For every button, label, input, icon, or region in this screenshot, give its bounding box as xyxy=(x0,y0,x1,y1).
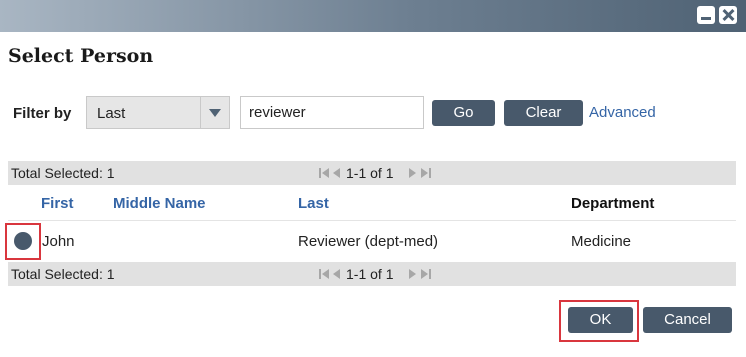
column-header-middle-name[interactable]: Middle Name xyxy=(113,195,206,212)
cell-first: John xyxy=(42,233,75,250)
filter-label: Filter by xyxy=(13,105,72,122)
page-range: 1-1 of 1 xyxy=(346,266,394,282)
prev-page-icon[interactable] xyxy=(331,167,343,179)
page-range: 1-1 of 1 xyxy=(346,165,394,181)
dropdown-arrow-icon[interactable] xyxy=(200,97,229,128)
filter-field-value: Last xyxy=(97,105,126,122)
filter-query-input[interactable] xyxy=(240,96,424,129)
close-icon[interactable] xyxy=(719,6,737,24)
first-page-icon[interactable] xyxy=(318,167,330,179)
cancel-button[interactable]: Cancel xyxy=(643,307,732,333)
filter-field-select[interactable]: Last xyxy=(86,96,230,129)
last-page-icon[interactable] xyxy=(420,268,432,280)
cell-last: Reviewer (dept-med) xyxy=(298,233,439,250)
total-selected-label: Total Selected: 1 xyxy=(11,266,115,282)
cell-department: Medicine xyxy=(571,233,632,250)
column-header-last[interactable]: Last xyxy=(298,195,329,212)
clear-button[interactable]: Clear xyxy=(504,100,583,126)
radio-highlight-box xyxy=(5,223,41,260)
pagination-bar-top: Total Selected: 1 1-1 of 1 xyxy=(8,161,736,185)
next-page-icon[interactable] xyxy=(406,167,418,179)
column-header-first[interactable]: First xyxy=(41,195,74,212)
dialog-title-bar xyxy=(0,0,746,32)
dialog-title: Select Person xyxy=(8,45,154,67)
prev-page-icon[interactable] xyxy=(331,268,343,280)
next-page-icon[interactable] xyxy=(406,268,418,280)
pagination-bar-bottom: Total Selected: 1 1-1 of 1 xyxy=(8,262,736,286)
advanced-link[interactable]: Advanced xyxy=(589,104,656,121)
header-divider xyxy=(8,220,736,221)
ok-highlight-box xyxy=(559,300,639,342)
go-button[interactable]: Go xyxy=(432,100,495,126)
total-selected-label: Total Selected: 1 xyxy=(11,165,115,181)
column-header-department: Department xyxy=(571,195,655,212)
first-page-icon[interactable] xyxy=(318,268,330,280)
last-page-icon[interactable] xyxy=(420,167,432,179)
minimize-icon[interactable] xyxy=(697,6,715,24)
